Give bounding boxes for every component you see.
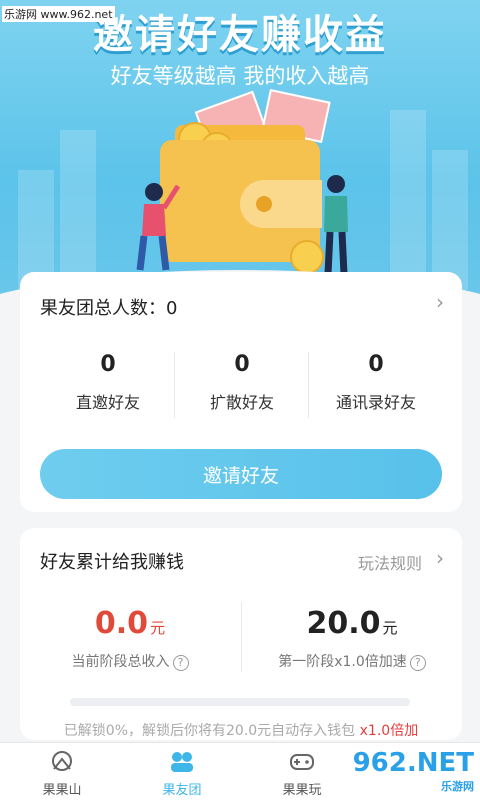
wallet-flap-illustration (240, 180, 322, 228)
earnings-title: 好友累计给我赚钱 (40, 552, 184, 573)
earnings-card: 好友累计给我赚钱 玩法规则 › 0.0 元 当前阶段总收入? 20.0 元 第一阶段… (20, 528, 462, 740)
stat-direct-friends[interactable]: 0 直邀好友 (38, 352, 178, 413)
unlock-info: 已解锁0%，解锁后你将有20.0元自动存入钱包 x1.0倍加 (20, 720, 462, 740)
group-icon (171, 752, 193, 772)
person-illustration (324, 175, 348, 275)
stat-label: 通讯录好友 (335, 393, 416, 412)
person-illustration (136, 183, 180, 271)
hero-subtitle: 好友等级越高 我的收入越高 (110, 64, 370, 88)
skyline-building (432, 150, 468, 290)
site-watermark: 乐游网 www.962.net (2, 6, 115, 22)
stage-reward-value: 20.0 (306, 606, 381, 641)
skyline-building (390, 110, 426, 290)
unlock-progress-bar (70, 698, 410, 706)
stat-contacts-friends[interactable]: 0 通讯录好友 (306, 352, 446, 413)
team-total-value: 0 (166, 298, 178, 319)
chevron-right-icon[interactable]: › (436, 290, 444, 314)
tab-guoguoshan[interactable]: 果果山 (12, 745, 112, 798)
team-total-row[interactable]: 果友团总人数：0 (40, 294, 177, 320)
rules-link[interactable]: 玩法规则 (358, 550, 422, 574)
site-logo-subtext: 乐游网 (441, 780, 474, 793)
team-total-label: 果友团总人数： (40, 298, 166, 319)
unlock-highlight: x1.0倍加 (359, 723, 419, 739)
gamepad-icon (290, 754, 314, 770)
stage-reward: 20.0 元 第一阶段x1.0倍加速? (242, 606, 462, 671)
tab-guoyoutuan[interactable]: 果友团 (132, 745, 232, 798)
mountain-icon (52, 751, 72, 771)
help-icon[interactable]: ? (409, 655, 426, 671)
invite-friends-button[interactable]: 邀请好友 (40, 449, 442, 499)
help-icon[interactable]: ? (172, 655, 189, 671)
skyline-building (60, 130, 96, 290)
current-income-caption: 当前阶段总收入 (71, 654, 170, 670)
stage-reward-caption: 第一阶段x1.0倍加速 (278, 654, 407, 670)
stat-label: 直邀好友 (75, 393, 140, 412)
tab-label: 果友团 (162, 783, 202, 798)
stat-spread-friends[interactable]: 0 扩散好友 (172, 352, 312, 413)
current-income: 0.0 元 当前阶段总收入? (20, 606, 240, 671)
unlock-text: 已解锁0%，解锁后你将有20.0元自动存入钱包 (63, 723, 356, 739)
wallet-clasp-illustration (256, 196, 272, 212)
tab-label: 果果玩 (282, 783, 322, 798)
stat-value: 0 (234, 352, 250, 377)
tab-label: 果果山 (42, 783, 82, 798)
stat-value: 0 (100, 352, 116, 377)
stat-label: 扩散好友 (209, 393, 274, 412)
current-income-value: 0.0 (94, 606, 149, 641)
site-logo-text: 962.NET (352, 748, 474, 778)
team-card: 果友团总人数：0 › 0 直邀好友 0 扩散好友 0 通讯录好友 邀请好友 (20, 272, 462, 512)
site-logo: 962.NET 乐游网 (353, 748, 474, 794)
tab-guoguowan[interactable]: 果果玩 (252, 745, 352, 798)
current-income-unit: 元 (150, 619, 166, 637)
stat-value: 0 (368, 352, 384, 377)
stage-reward-unit: 元 (382, 619, 398, 637)
chevron-right-icon[interactable]: › (436, 546, 444, 570)
